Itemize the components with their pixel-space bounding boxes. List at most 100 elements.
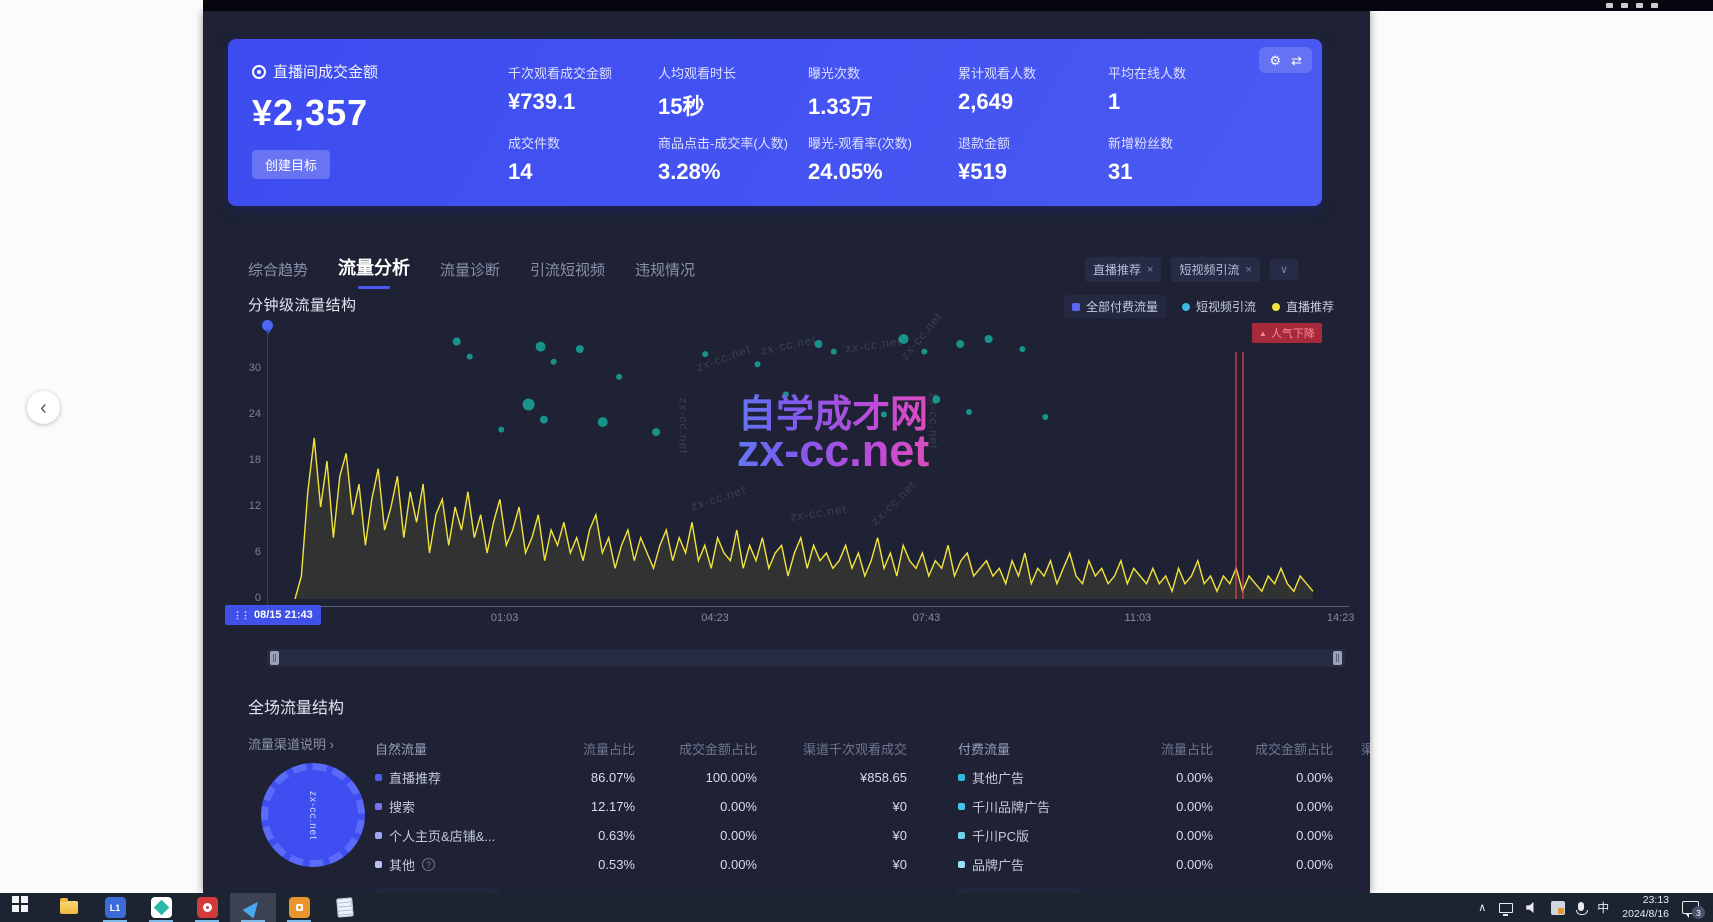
range-handle-left[interactable] [270,651,279,665]
x-tick-label: 01:03 [491,612,519,624]
filter-tag[interactable]: 短视频引流× [1171,257,1259,282]
white-ring [203,903,212,912]
l1-app-icon: L1 [105,897,126,918]
back-button[interactable]: ‹ [27,391,60,424]
legend-item[interactable]: 直播推荐 [1272,298,1334,315]
legend-dot [1272,303,1280,311]
table-cell-value: ¥0 [757,823,907,848]
y-tick-label: 24 [229,408,261,420]
tab-综合趋势[interactable]: 综合趋势 [248,259,308,289]
tab-流量诊断[interactable]: 流量诊断 [440,259,500,289]
swap-icon[interactable]: ⇄ [1291,54,1302,67]
table-cell-value: ¥0 [1333,794,1370,819]
metric-label: 新增粉丝数 [1108,133,1258,152]
y-tick-label: 6 [229,546,261,558]
short-video-scatter-point [1042,414,1048,420]
table-row-label: 千川品牌广告 [958,792,1118,821]
table-cell-value: 0.00% [1118,794,1213,819]
table-cell-value: 0.00% [635,823,757,848]
windows-logo-icon [12,896,19,903]
filter-tag[interactable]: 直播推荐× [1085,257,1161,282]
app-orange[interactable] [276,893,322,922]
channel-name: 品牌广告 [972,855,1024,874]
taskbar-clock[interactable]: 23:13 2024/8/16 [1622,894,1669,920]
x-tick-label: 07:43 [913,612,941,624]
metric-value: 24.05% [808,159,958,185]
table-cell-value: 0.00% [1118,823,1213,848]
metric-label: 平均在线人数 [1108,63,1258,82]
faint-watermark: zx-cc.net [677,397,691,454]
red-ring-app-icon [197,897,218,918]
app-teal[interactable] [138,893,184,922]
chart-title: 分钟级流量结构 [248,294,357,315]
short-video-scatter-point [498,427,504,433]
drop-annotation-badge[interactable]: 人气下降 [1252,323,1322,343]
remove-tag-icon[interactable]: × [1246,264,1252,276]
metric-card: 累计观看人数2,649 [958,53,1108,123]
legend-item[interactable]: 全部付费流量 [1064,295,1166,318]
table-column-header: 流量占比 [1118,734,1213,763]
channel-note-link[interactable]: 流量渠道说明 › [248,734,334,753]
channel-dot [375,803,382,810]
notepad-icon [336,897,354,917]
metric-card: 退款金额¥519 [958,123,1108,193]
metric-card: 商品点击-成交率(人数)3.28% [658,123,808,193]
file-explorer[interactable] [46,893,92,922]
tray-app-icon[interactable] [1551,901,1565,915]
table-cell-value: 0.00% [1118,852,1213,877]
metric-label: 曝光次数 [808,63,958,82]
app-pointer[interactable] [230,893,276,922]
metric-card: 新增粉丝数31 [1108,123,1258,193]
ime-indicator[interactable]: 中 [1597,899,1609,916]
table-column-header: 成交金额占比 [1213,734,1333,763]
remove-tag-icon[interactable]: × [1147,264,1153,276]
metric-value: 1.33万 [808,89,958,121]
channel-dot [958,803,965,810]
table-cell-value: 0.00% [1213,852,1333,877]
app-l1[interactable]: L1 [92,893,138,922]
dashboard-window: 直播间成交金额 ¥2,357 创建目标 千次观看成交金额¥739.1人均观看时长… [203,11,1370,893]
range-handle-right[interactable] [1333,651,1342,665]
short-video-scatter-point [831,349,837,355]
legend-item[interactable]: 短视频引流 [1182,298,1256,315]
close-icon[interactable] [1651,3,1658,8]
network-icon[interactable] [1499,903,1513,913]
legend-label: 全部付费流量 [1086,298,1158,315]
app-red[interactable] [184,893,230,922]
white-square [296,904,303,911]
gear-icon[interactable]: ⚙ [1269,54,1281,67]
table-row-label: 千川PC版 [958,821,1118,850]
channel-dot [958,832,965,839]
tab-引流短视频[interactable]: 引流短视频 [530,259,605,289]
metric-value: 1 [1108,89,1258,115]
metric-value: 2,649 [958,89,1108,115]
help-icon[interactable]: ? [422,858,435,871]
tab-违规情况[interactable]: 违规情况 [635,259,695,289]
chevron-down-icon[interactable]: ∨ [1270,259,1298,280]
short-video-scatter-point [598,417,608,427]
target-icon [252,65,266,79]
traffic-donut-chart: zx-cc.net [261,763,365,867]
channel-dot [375,861,382,868]
chevron-left-icon: ‹ [40,398,47,418]
table-cell-value: ¥858.65 [757,765,907,790]
microphone-icon[interactable] [1578,902,1584,911]
notification-center-icon[interactable]: 3 [1682,901,1699,914]
notepad[interactable] [322,893,368,922]
legend-label: 直播推荐 [1286,298,1334,315]
create-goal-button[interactable]: 创建目标 [252,150,330,179]
minimize-icon[interactable] [1636,3,1643,8]
x-axis-labels: 01:0304:2307:4311:0314:23 [267,612,1357,628]
start-button[interactable] [0,893,46,922]
filter-tags: 直播推荐× 短视频引流× ∨ [1085,257,1298,282]
grid-icon[interactable] [1621,3,1628,8]
chart-range-slider[interactable] [267,649,1345,667]
short-video-scatter-point [755,361,761,367]
metric-value: ¥739.1 [508,89,658,115]
tab-流量分析[interactable]: 流量分析 [338,254,410,289]
table-cell-value: ¥0 [757,852,907,877]
panel-icon[interactable] [1606,3,1613,8]
tray-chevron-up-icon[interactable]: ∧ [1478,901,1486,914]
volume-icon[interactable] [1526,902,1538,914]
table-column-header: 渠道千次观看成交 [1333,734,1370,763]
